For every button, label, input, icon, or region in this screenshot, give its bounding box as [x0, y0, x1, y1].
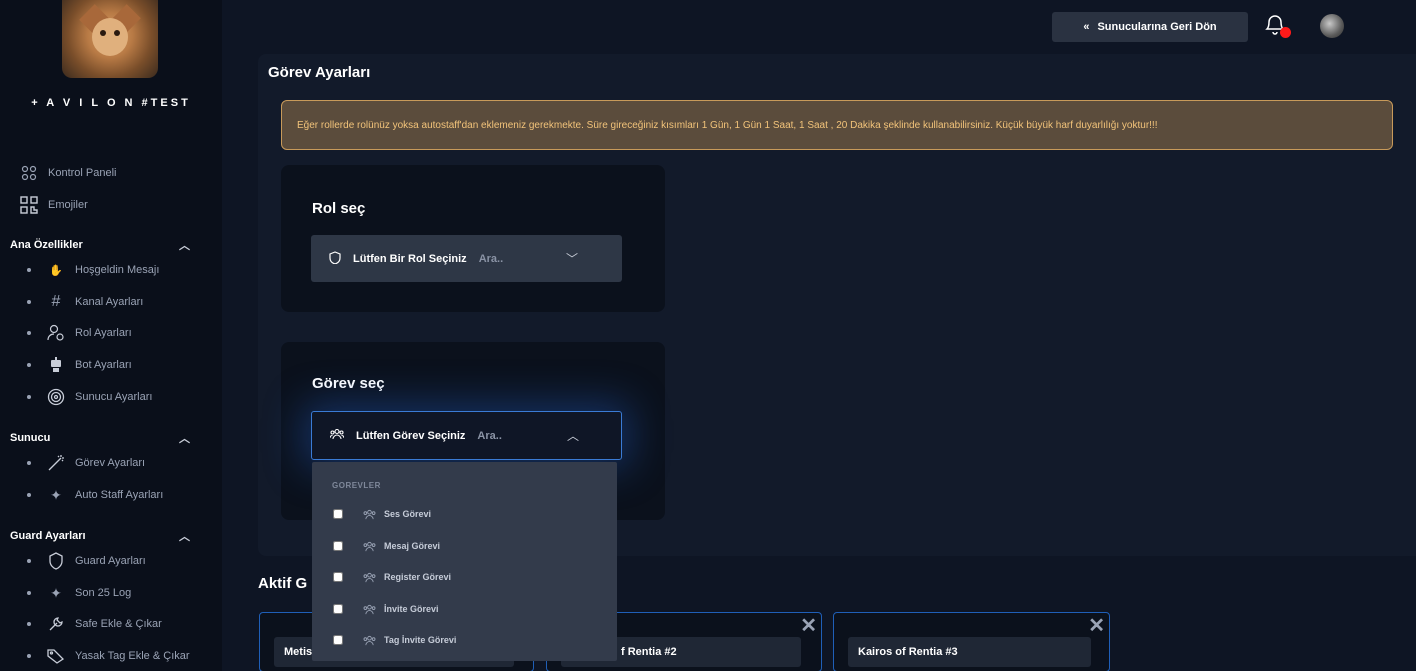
sidebar: + A V I L O N #TEST Kontrol Paneli Emoji… — [0, 0, 222, 671]
group-icon — [363, 539, 377, 553]
option-checkbox[interactable] — [333, 509, 343, 519]
shield-icon — [329, 250, 341, 267]
close-icon[interactable]: ✕ — [800, 613, 817, 638]
nav-label: Hoşgeldin Mesajı — [75, 264, 160, 276]
chevron-up-icon: ︿ — [179, 240, 190, 252]
role-search-placeholder[interactable]: Ara.. — [479, 253, 503, 265]
section-sunucu[interactable]: Sunucu ︿ — [10, 430, 190, 446]
notification-bell[interactable] — [1263, 14, 1291, 38]
section-title: Ana Özellikler — [10, 239, 83, 251]
chevron-down-icon: ﹀ — [566, 252, 579, 266]
nav-yasak-tag[interactable]: Yasak Tag Ekle & Çıkar — [27, 646, 190, 666]
nav-label: Auto Staff Ayarları — [75, 489, 164, 501]
chevron-up-icon: ︿ — [567, 429, 580, 443]
nav-label: Bot Ayarları — [75, 359, 132, 371]
group-icon — [329, 428, 345, 443]
role-select-label: Lütfen Bir Rol Seçiniz — [353, 252, 467, 265]
nav-label: Emojiler — [48, 199, 88, 211]
nav-sunucu-ayarlari[interactable]: Sunucu Ayarları — [27, 387, 152, 407]
task-name: Kairos of Rentia #3 — [848, 637, 1091, 667]
role-select[interactable]: Lütfen Bir Rol Seçiniz Ara.. ﹀ — [311, 235, 622, 282]
server-avatar — [62, 0, 158, 78]
dropdown-option[interactable]: Ses Görevi — [333, 507, 431, 521]
nav-label: Guard Ayarları — [75, 555, 146, 567]
nav-label: Görev Ayarları — [75, 457, 146, 469]
user-avatar[interactable] — [1320, 14, 1344, 38]
dropdown-option[interactable]: Tag İnvite Görevi — [333, 633, 456, 647]
option-label: Ses Görevi — [384, 509, 432, 519]
dropdown-group-header: GOREVLER — [332, 481, 381, 490]
server-name: + A V I L O N #TEST — [31, 97, 191, 109]
section-guard-ayarlari[interactable]: Guard Ayarları ︿ — [10, 528, 190, 544]
nav-auto-staff-ayarlari[interactable]: ✦ Auto Staff Ayarları — [27, 485, 163, 505]
task-card-title: Görev seç — [312, 375, 385, 392]
option-label: Tag İnvite Görevi — [384, 635, 457, 645]
chevron-up-icon: ︿ — [179, 531, 190, 543]
nav-son-25-log[interactable]: ✦ Son 25 Log — [27, 583, 131, 603]
sparkle-icon: ✦ — [50, 584, 62, 601]
page-title: Görev Ayarları — [268, 64, 371, 81]
nav-rol-ayarlari[interactable]: Rol Ayarları — [27, 323, 132, 343]
nav-label: Sunucu Ayarları — [75, 391, 153, 403]
option-checkbox[interactable] — [333, 572, 343, 582]
wrench-icon — [47, 615, 65, 633]
nav-label: Rol Ayarları — [75, 327, 132, 339]
task-search-placeholder[interactable]: Ara.. — [477, 430, 501, 442]
magic-wand-icon — [47, 454, 65, 472]
close-icon[interactable]: ✕ — [1088, 613, 1105, 638]
info-alert: Eğer rollerde rolünüz yoksa autostaff'da… — [281, 100, 1393, 150]
nav-guard-ayarlari[interactable]: Guard Ayarları — [27, 551, 146, 571]
target-icon — [47, 388, 65, 406]
emoji-icon — [20, 196, 38, 214]
option-checkbox[interactable] — [333, 635, 343, 645]
notification-dot — [1280, 27, 1291, 38]
nav-gorev-ayarlari[interactable]: Görev Ayarları — [27, 453, 145, 473]
rewind-icon: « — [1083, 21, 1090, 33]
nav-label: Safe Ekle & Çıkar — [75, 618, 162, 630]
nav-safe-ekle-cikar[interactable]: Safe Ekle & Çıkar — [27, 614, 162, 634]
user-gear-icon — [47, 324, 65, 342]
active-task-card: Kairos of Rentia #3 ✕ — [833, 612, 1110, 671]
nav-label: Yasak Tag Ekle & Çıkar — [75, 650, 190, 662]
nav-hosgeldin-mesaji[interactable]: ✋ Hoşgeldin Mesajı — [27, 260, 159, 280]
nav-label: Kontrol Paneli — [48, 167, 117, 179]
nav-label: Kanal Ayarları — [75, 296, 144, 308]
shield-icon — [47, 552, 65, 570]
wave-hand-icon: ✋ — [49, 264, 63, 277]
task-dropdown-menu: GOREVLER Ses Görevi Mesaj Görevi Registe… — [312, 462, 617, 661]
dropdown-option[interactable]: Mesaj Görevi — [333, 539, 440, 553]
nav-kanal-ayarlari[interactable]: # Kanal Ayarları — [27, 292, 143, 312]
option-label: Mesaj Görevi — [384, 541, 441, 551]
back-button-label: Sunucularına Geri Dön — [1097, 21, 1217, 33]
chevron-up-icon: ︿ — [179, 433, 190, 445]
option-label: İnvite Görevi — [384, 604, 439, 614]
group-icon — [363, 633, 377, 647]
nav-kontrol-paneli[interactable]: Kontrol Paneli — [20, 163, 117, 183]
nav-label: Son 25 Log — [75, 587, 132, 599]
nav-emojiler[interactable]: Emojiler — [20, 195, 88, 215]
option-checkbox[interactable] — [333, 541, 343, 551]
nav-bot-ayarlari[interactable]: Bot Ayarları — [27, 355, 132, 375]
role-card-title: Rol seç — [312, 200, 366, 217]
group-icon — [363, 570, 377, 584]
back-to-servers-button[interactable]: « Sunucularına Geri Dön — [1052, 12, 1248, 42]
role-select-card: Rol seç Lütfen Bir Rol Seçiniz Ara.. ﹀ — [281, 165, 665, 312]
option-checkbox[interactable] — [333, 604, 343, 614]
task-select[interactable]: Lütfen Görev Seçiniz Ara.. ︿ — [311, 411, 622, 460]
active-tasks-title: Aktif G — [258, 575, 308, 592]
section-title: Guard Ayarları — [10, 530, 86, 542]
dropdown-option[interactable]: İnvite Görevi — [333, 602, 439, 616]
section-title: Sunucu — [10, 432, 51, 444]
option-label: Register Görevi — [384, 572, 452, 582]
sparkle-icon: ✦ — [50, 486, 62, 503]
group-icon — [363, 602, 377, 616]
group-icon — [363, 507, 377, 521]
grid-icon — [20, 164, 38, 182]
tag-icon — [47, 647, 65, 665]
task-select-label: Lütfen Görev Seçiniz — [356, 429, 466, 442]
hash-icon: # — [51, 293, 61, 310]
section-ana-ozellikler[interactable]: Ana Özellikler ︿ — [10, 237, 190, 253]
dropdown-option[interactable]: Register Görevi — [333, 570, 451, 584]
robot-icon — [47, 356, 65, 374]
